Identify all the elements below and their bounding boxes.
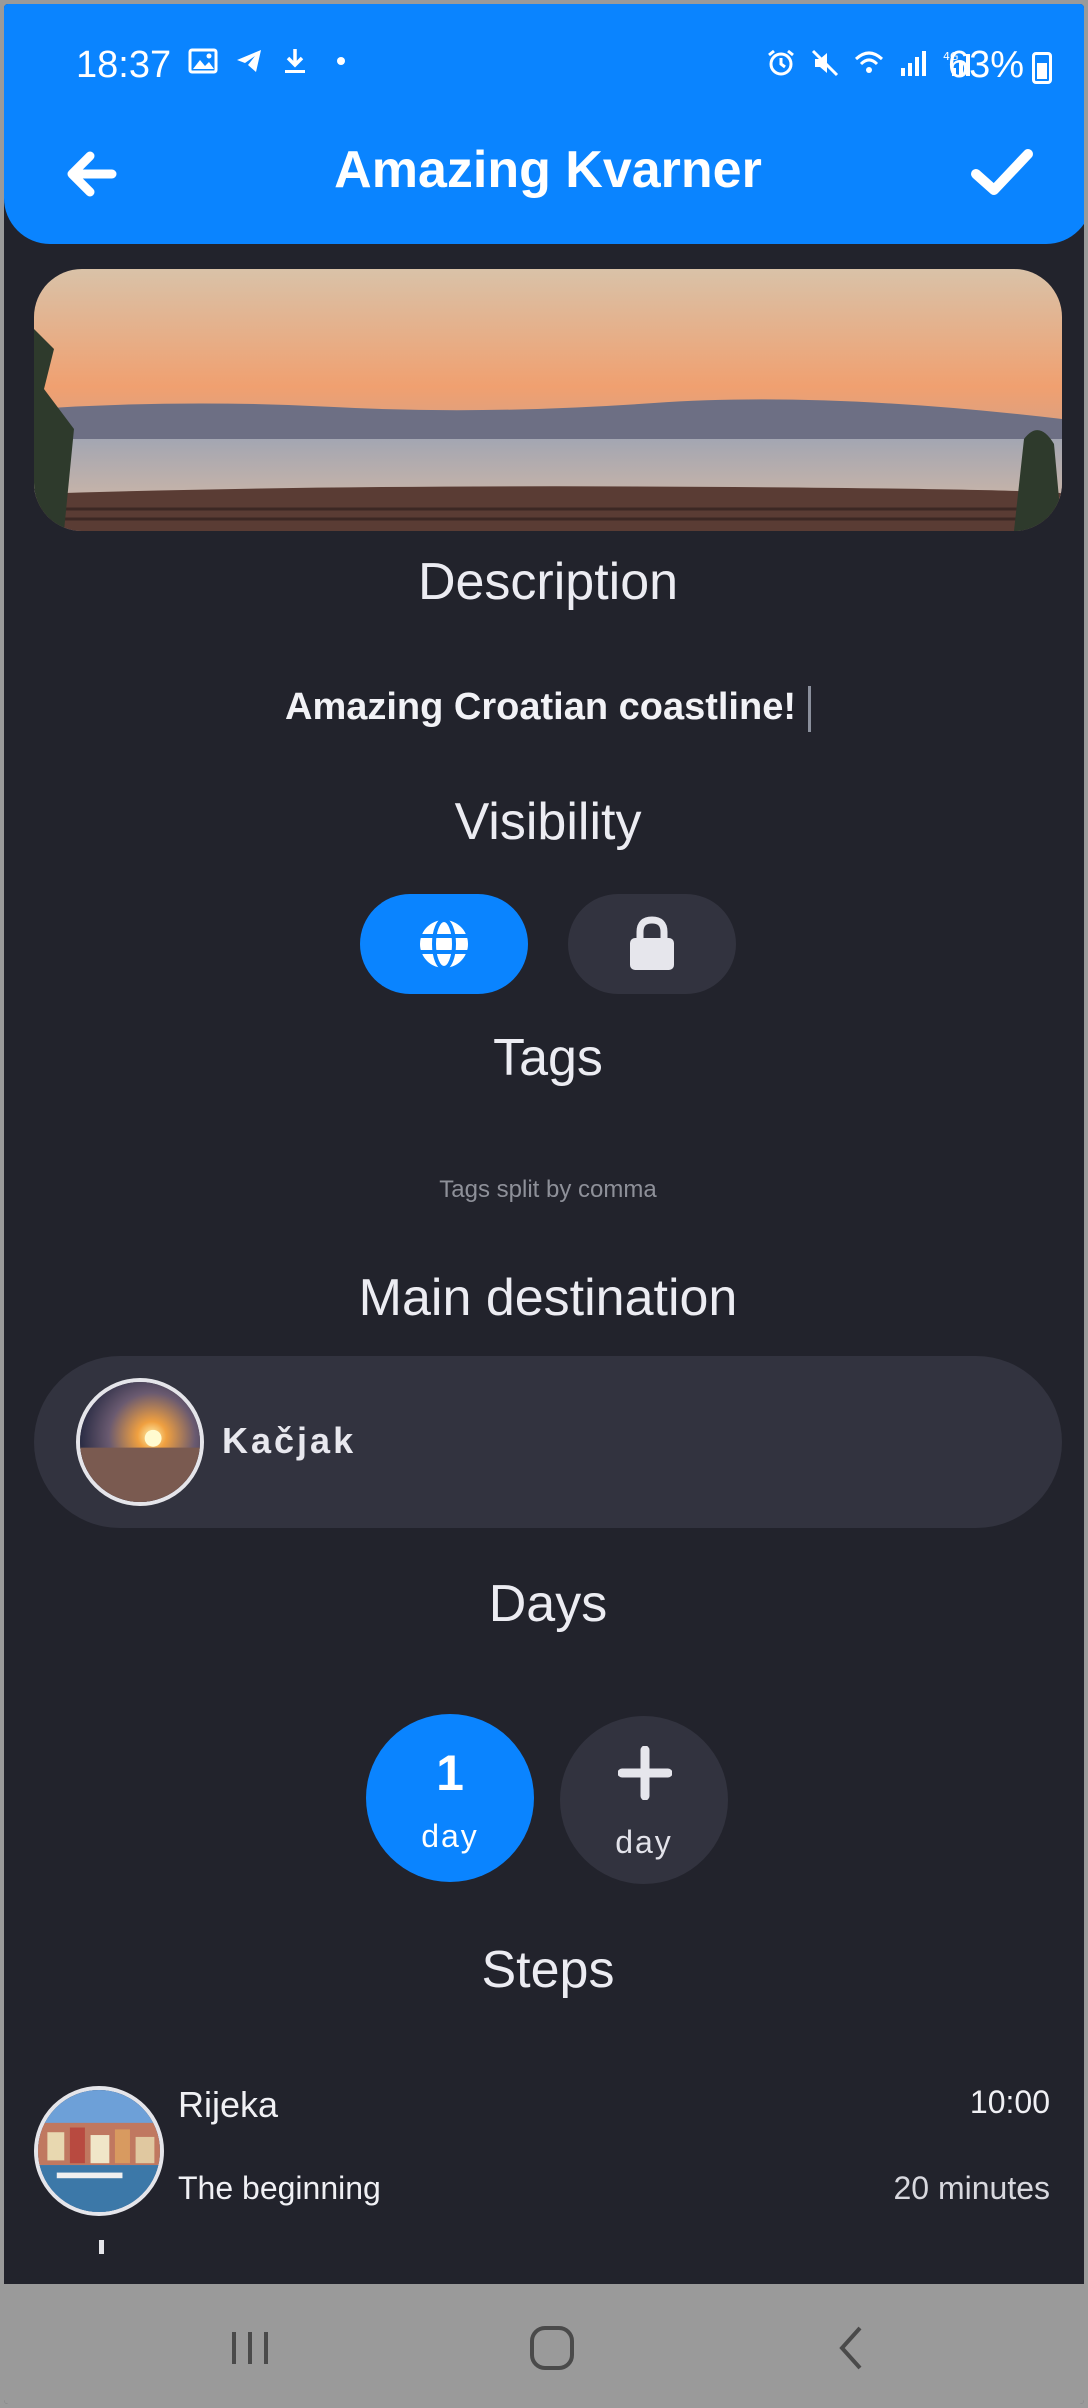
- description-heading: Description: [417, 553, 679, 611]
- trip-edit-screen: 18:37 4G 63% Amazing Kvarner Description…: [0, 0, 1088, 2408]
- step-note: The beginning: [178, 2170, 381, 2206]
- wifi-icon: [854, 51, 884, 73]
- signal-icon: [901, 51, 926, 76]
- cover-image[interactable]: [34, 269, 1062, 531]
- image-icon: [188, 48, 218, 74]
- app-header: 18:37 4G 63% Amazing Kvarner: [4, 4, 1084, 244]
- globe-icon: [420, 918, 468, 970]
- step-name: Rijeka: [178, 2084, 279, 2125]
- steps-heading: Steps: [481, 1941, 615, 1999]
- add-day-label: day: [615, 1824, 673, 1860]
- mute-icon: [811, 49, 839, 77]
- back-icon[interactable]: [822, 2318, 882, 2378]
- battery-icon: [1032, 52, 1052, 84]
- tags-input[interactable]: Tags split by comma: [4, 1176, 1084, 1204]
- status-bar: 18:37 4G 63%: [4, 4, 1084, 134]
- day-number: 1: [436, 1745, 464, 1801]
- main-destination-heading: Main destination: [358, 1269, 738, 1327]
- visibility-heading: Visibility: [454, 793, 642, 851]
- system-navigation-bar: [4, 2284, 1084, 2404]
- main-destination-card[interactable]: Kačjak: [34, 1356, 1062, 1528]
- battery-percent: 63%: [947, 44, 1024, 86]
- visibility-public-button[interactable]: [360, 894, 528, 994]
- lock-icon: [630, 916, 674, 970]
- description-text: Amazing Croatian coastline!: [285, 686, 796, 729]
- visibility-private-button[interactable]: [568, 894, 736, 994]
- add-day-button[interactable]: day: [560, 1716, 728, 1884]
- plus-icon: [618, 1746, 672, 1800]
- step-connector-line: [99, 2240, 104, 2254]
- tags-heading: Tags: [493, 1029, 603, 1087]
- description-input[interactable]: Amazing Croatian coastline!: [4, 686, 1084, 732]
- days-heading: Days: [488, 1575, 608, 1633]
- dot-icon: [337, 57, 345, 65]
- day-1-button[interactable]: 1 day: [366, 1714, 534, 1882]
- text-caret: [807, 686, 811, 732]
- notification-icons: [188, 46, 356, 76]
- destination-name: Kačjak: [222, 1420, 357, 1461]
- step-avatar: [34, 2086, 164, 2216]
- recent-apps-icon[interactable]: [220, 2318, 280, 2378]
- destination-avatar: [76, 1378, 204, 1506]
- status-time: 18:37: [76, 44, 172, 86]
- home-icon[interactable]: [522, 2318, 582, 2378]
- trip-title: Amazing Kvarner: [334, 141, 762, 199]
- step-item[interactable]: Rijeka 10:00 The beginning 20 minutes: [4, 2084, 1084, 2244]
- step-time: 10:00: [969, 2084, 1050, 2120]
- day-label: day: [421, 1818, 479, 1854]
- save-check-button[interactable]: [968, 140, 1036, 204]
- telegram-icon: [237, 50, 261, 72]
- alarm-icon: [768, 49, 794, 76]
- system-icons: 4G: [766, 48, 972, 78]
- step-duration: 20 minutes: [893, 2170, 1050, 2206]
- download-icon: [285, 49, 305, 73]
- top-app-bar: Amazing Kvarner: [4, 134, 1084, 224]
